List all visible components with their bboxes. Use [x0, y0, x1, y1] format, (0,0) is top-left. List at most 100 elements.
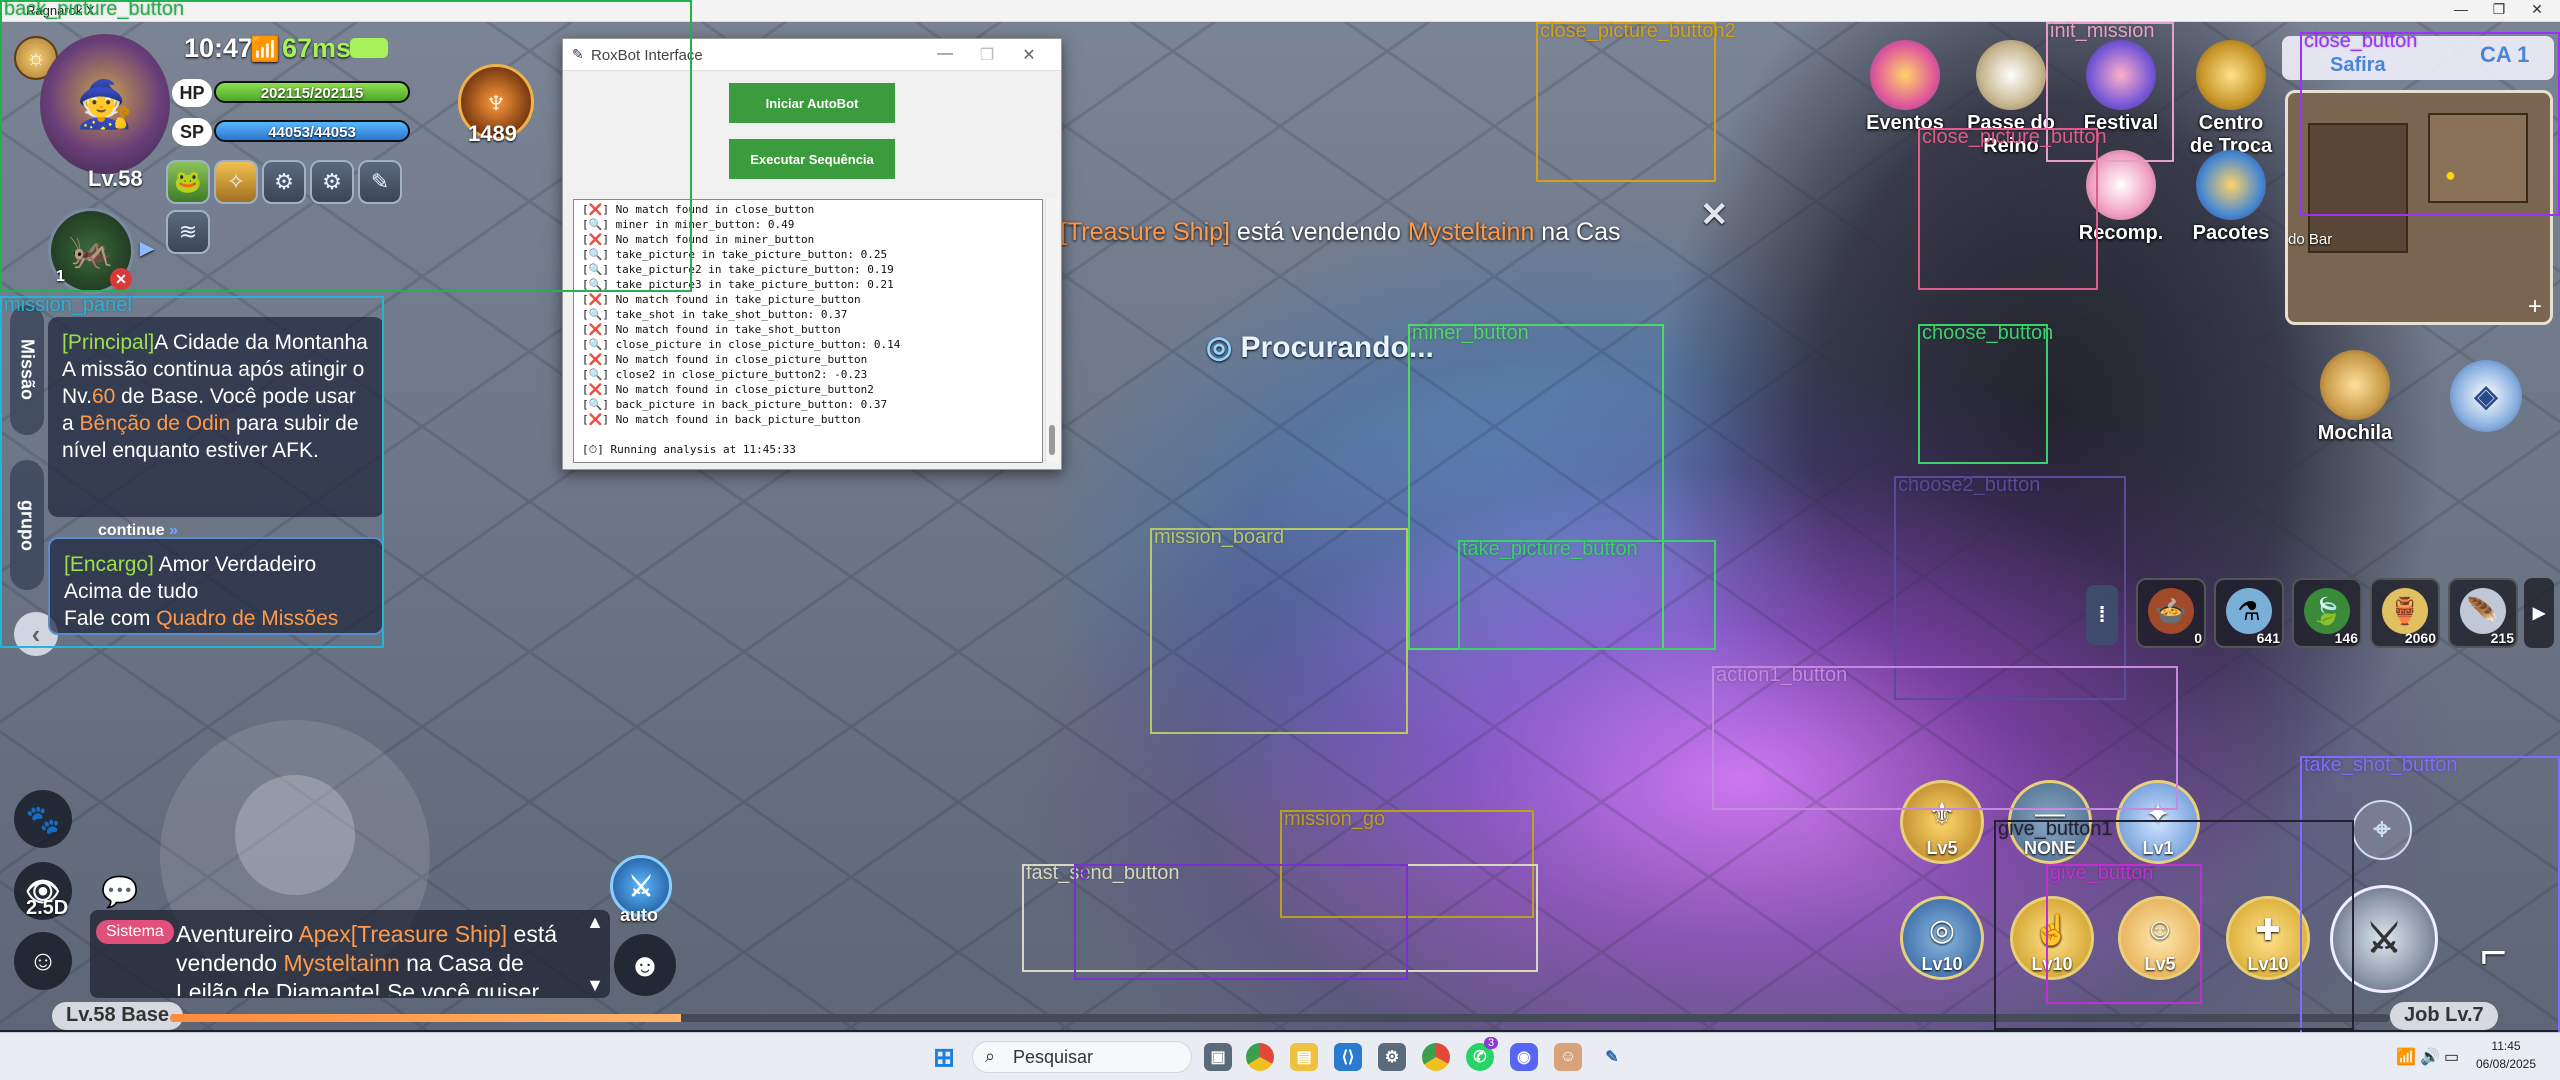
run-sequence-button[interactable]: Executar Sequência [729, 139, 895, 179]
start-button[interactable]: ⊞ [930, 1042, 958, 1072]
log-line: [❌] No match found in take_picture_butto… [582, 293, 861, 306]
wing-icon: 🪶 [2460, 588, 2506, 634]
task-view-icon[interactable]: ▣ [1204, 1043, 1232, 1071]
chat-down-icon[interactable]: ▼ [586, 975, 604, 996]
ragnarok-app-icon[interactable]: ☺ [1554, 1043, 1582, 1071]
log-line: [❌] No match found in close_picture_butt… [582, 353, 868, 366]
view-mode-label: 2.5D [26, 897, 69, 919]
vscode-icon[interactable]: ⟨⟩ [1334, 1043, 1362, 1071]
events-button[interactable]: Eventos [1860, 40, 1950, 135]
oil-jar-icon: 🏺 [2382, 588, 2428, 634]
detection-label: e [1078, 862, 1090, 884]
item-slot-flask[interactable]: ⚗ 641 [2214, 578, 2284, 648]
taskbar-clock-date[interactable]: 06/08/2025 [2466, 1057, 2546, 1071]
detection-box-close-picture-button: close_picture_button [1918, 126, 2107, 290]
chat-box[interactable]: Sistema Aventureiro Apex[Treasure Ship] … [90, 910, 610, 998]
item-count: 215 [2490, 630, 2514, 646]
taskbar-search[interactable]: ⌕ Pesquisar [972, 1041, 1192, 1073]
item-slot-oil-jar[interactable]: 🏺 2060 [2370, 578, 2440, 648]
detection-label: give_button [2050, 862, 2154, 884]
detection-label: close_picture_button2 [1540, 20, 1736, 42]
detection-label: mission_panel [4, 294, 132, 316]
chat-item: Mysteltainn [283, 950, 400, 976]
skill-level: Lv10 [1921, 954, 1963, 974]
skill-level: Lv5 [1926, 838, 1958, 858]
taskbar-search-text: Pesquisar [1013, 1047, 1094, 1067]
trade-center-icon [2196, 40, 2266, 110]
settings-gear-icon[interactable]: ⚙ [1378, 1043, 1406, 1071]
notice-tag: [Treasure Ship] [1060, 218, 1230, 246]
log-line: [🔍] close_picture in close_picture_butto… [582, 338, 901, 351]
social-face-icon[interactable]: ☻ [614, 934, 676, 996]
detection-box-action1-button: action1_button [1712, 664, 2178, 810]
character-menu-icon[interactable]: ☺ [14, 932, 72, 990]
chat-bubble-icon[interactable]: 💬 [98, 872, 142, 912]
backpack-button[interactable]: Mochila [2310, 350, 2400, 445]
log-line: [❌] No match found in close_picture_butt… [582, 383, 874, 396]
roxbot-maximize-button[interactable]: ❐ [967, 45, 1007, 65]
detection-box-mission-board: mission_board [1150, 526, 1408, 734]
backpack-icon [2320, 350, 2390, 420]
detection-box-back-picture-button: back_picture_button [0, 0, 692, 292]
leaf-icon: 🍃 [2304, 588, 2350, 634]
scrollbar-thumb[interactable] [1049, 425, 1055, 455]
chrome-profile-icon[interactable] [1422, 1043, 1450, 1071]
base-level-tag: Lv.58 Base [52, 1002, 184, 1030]
detection-box-fast-send-hidden: e [1074, 862, 1408, 980]
chat-message: Aventureiro Apex[Treasure Ship] está ven… [176, 920, 586, 996]
search-icon: ⌕ [985, 1046, 996, 1066]
auto-label: auto [620, 905, 658, 925]
discord-icon[interactable]: ◉ [1510, 1043, 1538, 1071]
detection-label: close_picture_button [1922, 126, 2107, 148]
start-autobot-button[interactable]: Iniciar AutoBot [729, 83, 895, 123]
roxbot-taskbar-icon[interactable]: ✎ [1598, 1043, 1626, 1071]
detection-box-close-button: close_button [2300, 30, 2560, 216]
detection-label: init_mission [2050, 20, 2155, 42]
detection-label: back_picture_button [4, 0, 185, 20]
searching-indicator: ◎ Procurando... [1206, 330, 1434, 365]
detection-box-close-picture-button2: close_picture_button2 [1536, 20, 1736, 182]
taskbar-clock-time[interactable]: 11:45 [2466, 1039, 2546, 1053]
roxbot-minimize-button[interactable]: — [925, 45, 965, 63]
window-close-button[interactable]: ✕ [2514, 1, 2560, 18]
log-line: [🔍] back_picture in back_picture_button:… [582, 398, 888, 411]
roxbot-log-scrollbar[interactable] [1045, 199, 1059, 463]
minimap-expand-icon[interactable]: + [2528, 293, 2542, 321]
chat-channel-badge: Sistema [96, 920, 174, 944]
roxbot-close-button[interactable]: ✕ [1009, 45, 1049, 65]
emote-icon[interactable]: 🐾 [14, 790, 72, 848]
searching-text: Procurando... [1240, 331, 1434, 364]
detection-box-give-button: give_button [2046, 862, 2202, 1004]
notice-close-icon[interactable]: ✕ [1700, 195, 1729, 235]
speaker-icon[interactable]: 🔊 [2420, 1047, 2440, 1067]
detection-label: mission_go [1284, 808, 1386, 830]
log-line: [🔍] close2 in close_picture_button2: -0.… [582, 368, 868, 381]
file-explorer-icon[interactable]: ▤ [1290, 1043, 1318, 1071]
packages-label: Pacotes [2192, 222, 2270, 244]
flask-icon: ⚗ [2226, 588, 2272, 634]
detection-label: choose_button [1922, 322, 2054, 344]
chrome-icon[interactable] [1246, 1043, 1274, 1071]
chat-up-icon[interactable]: ▲ [586, 912, 604, 933]
cube-shop-icon[interactable]: ◈ [2450, 360, 2522, 432]
whatsapp-badge: 3 [1484, 1037, 1499, 1049]
detection-label: action1_button [1716, 664, 1848, 686]
battery-tray-icon[interactable]: ▭ [2444, 1047, 2459, 1067]
trade-center-button[interactable]: Centro de Troca [2186, 40, 2276, 158]
item-slot-potion-bowl[interactable]: 🍲 0 [2136, 578, 2206, 648]
joystick-knob[interactable] [235, 775, 355, 895]
item-slot-wing[interactable]: 🪶 215 [2448, 578, 2518, 648]
notice-item: Mysteltainn [1407, 218, 1535, 246]
item-count: 0 [2194, 630, 2202, 646]
detection-label: take_shot_button [2304, 754, 2458, 776]
item-count: 641 [2256, 630, 2280, 646]
packages-button[interactable]: Pacotes [2186, 150, 2276, 245]
skill-button-4[interactable]: ◎ Lv10 [1900, 896, 1984, 980]
backpack-label: Mochila [2317, 422, 2393, 444]
chat-sender: Aventureiro [176, 921, 299, 947]
item-slot-leaf[interactable]: 🍃 146 [2292, 578, 2362, 648]
items-next-icon[interactable]: ▶ [2524, 578, 2554, 648]
network-icon[interactable]: 📶 [2396, 1047, 2416, 1067]
detection-box-choose-button: choose_button [1918, 322, 2053, 464]
